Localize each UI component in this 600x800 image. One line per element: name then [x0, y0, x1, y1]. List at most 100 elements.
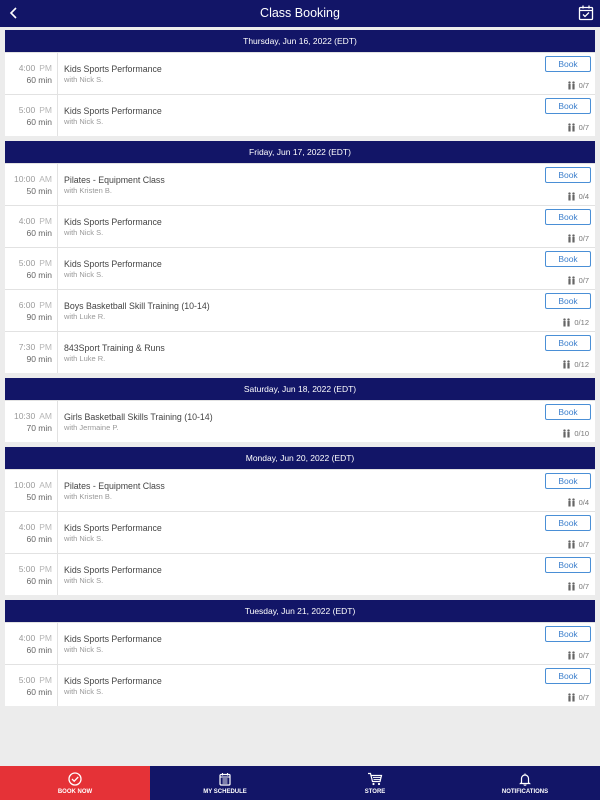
class-time: 5:00 PM 60 min	[5, 248, 58, 289]
class-duration: 60 min	[26, 686, 52, 697]
capacity-count: 0/4	[578, 192, 589, 201]
book-button[interactable]: Book	[545, 98, 591, 114]
am-pm: PM	[39, 257, 52, 268]
class-duration: 60 min	[26, 533, 52, 544]
instructor: with Nick S.	[64, 644, 104, 654]
instructor: with Nick S.	[64, 116, 104, 126]
nav-store[interactable]: STORE	[300, 766, 450, 800]
book-button[interactable]: Book	[545, 293, 591, 309]
capacity-count: 0/7	[578, 81, 589, 90]
check-circle-icon	[68, 771, 82, 789]
instructor: with Luke R.	[64, 353, 106, 363]
nav-label: STORE	[364, 788, 386, 795]
am-pm: PM	[39, 215, 52, 226]
am-pm: PM	[39, 104, 52, 115]
bottom-nav: BOOK NOW MY SCHEDULE STORE NOTIFICATIONS	[0, 766, 600, 800]
instructor: with Nick S.	[64, 533, 104, 543]
calendar-check-icon	[578, 5, 594, 21]
start-time: 4:00	[18, 215, 36, 226]
capacity: 0/10	[562, 429, 589, 438]
class-time: 10:30 AM 70 min	[5, 401, 58, 442]
am-pm: PM	[39, 299, 52, 310]
class-duration: 60 min	[26, 74, 52, 85]
book-button[interactable]: Book	[545, 56, 591, 72]
nav-label: NOTIFICATIONS	[501, 788, 549, 795]
class-name: Pilates - Equipment Class	[64, 480, 165, 491]
capacity: 0/7	[567, 693, 589, 702]
class-row: 10:00 AM 50 min Pilates - Equipment Class wi…	[5, 469, 595, 511]
capacity-count: 0/7	[578, 651, 589, 660]
start-time: 10:30	[13, 410, 36, 421]
nav-notifications[interactable]: NOTIFICATIONS	[450, 766, 600, 800]
class-time: 5:00 PM 60 min	[5, 95, 58, 136]
day-section: Monday, Jun 20, 2022 (EDT) 10:00 AM 50 min P…	[5, 447, 595, 595]
start-time: 4:00	[18, 62, 36, 73]
class-time: 4:00 PM 60 min	[5, 53, 58, 94]
capacity: 0/12	[562, 318, 589, 327]
class-name: 843Sport Training & Runs	[64, 342, 165, 353]
day-header: Tuesday, Jun 21, 2022 (EDT)	[5, 600, 595, 622]
people-icon	[567, 123, 575, 132]
class-row: 5:00 PM 60 min Kids Sports Performance with …	[5, 94, 595, 136]
instructor: with Nick S.	[64, 74, 104, 84]
class-row: 4:00 PM 60 min Kids Sports Performance with …	[5, 622, 595, 664]
class-duration: 90 min	[26, 353, 52, 364]
capacity-count: 0/7	[578, 276, 589, 285]
people-icon	[567, 81, 575, 90]
instructor: with Luke R.	[64, 311, 106, 321]
instructor: with Kristen B.	[64, 491, 112, 501]
book-button[interactable]: Book	[545, 515, 591, 531]
class-duration: 60 min	[26, 227, 52, 238]
capacity-count: 0/7	[578, 693, 589, 702]
nav-book-now[interactable]: BOOK NOW	[0, 766, 150, 800]
page-title: Class Booking	[260, 6, 340, 20]
am-pm: PM	[39, 632, 52, 643]
am-pm: PM	[39, 62, 52, 73]
class-list: Thursday, Jun 16, 2022 (EDT) 4:00 PM 60 min…	[5, 30, 595, 711]
class-name: Kids Sports Performance	[64, 63, 162, 74]
class-row: 4:00 PM 60 min Kids Sports Performance with …	[5, 52, 595, 94]
capacity: 0/12	[562, 360, 589, 369]
book-button[interactable]: Book	[545, 404, 591, 420]
am-pm: PM	[39, 563, 52, 574]
class-row: 6:00 PM 90 min Boys Basketball Skill Traini…	[5, 289, 595, 331]
people-icon	[567, 276, 575, 285]
calendar-button[interactable]	[577, 4, 595, 22]
schedule-icon	[218, 772, 232, 789]
day-header: Monday, Jun 20, 2022 (EDT)	[5, 447, 595, 469]
day-section: Friday, Jun 17, 2022 (EDT) 10:00 AM 50 min P…	[5, 141, 595, 373]
class-time: 4:00 PM 60 min	[5, 623, 58, 664]
class-name: Kids Sports Performance	[64, 105, 162, 116]
class-name: Kids Sports Performance	[64, 633, 162, 644]
book-button[interactable]: Book	[545, 251, 591, 267]
book-button[interactable]: Book	[545, 668, 591, 684]
book-button[interactable]: Book	[545, 557, 591, 573]
capacity: 0/4	[567, 192, 589, 201]
nav-label: MY SCHEDULE	[203, 788, 247, 795]
class-row: 10:00 AM 50 min Pilates - Equipment Class wi…	[5, 163, 595, 205]
people-icon	[563, 360, 571, 369]
book-button[interactable]: Book	[545, 473, 591, 489]
class-row: 4:00 PM 60 min Kids Sports Performance with …	[5, 511, 595, 553]
capacity-count: 0/7	[578, 582, 589, 591]
capacity-count: 0/12	[574, 360, 589, 369]
start-time: 5:00	[18, 563, 36, 574]
class-row: 5:00 PM 60 min Kids Sports Performance with …	[5, 664, 595, 706]
class-name: Kids Sports Performance	[64, 564, 162, 575]
book-button[interactable]: Book	[545, 209, 591, 225]
am-pm: PM	[39, 674, 52, 685]
nav-my-schedule[interactable]: MY SCHEDULE	[150, 766, 300, 800]
book-button[interactable]: Book	[545, 335, 591, 351]
class-time: 10:00 AM 50 min	[5, 470, 58, 511]
am-pm: PM	[39, 521, 52, 532]
day-header: Friday, Jun 17, 2022 (EDT)	[5, 141, 595, 163]
capacity-count: 0/12	[574, 318, 589, 327]
class-time: 7:30 PM 90 min	[5, 332, 58, 373]
book-button[interactable]: Book	[545, 626, 591, 642]
day-header: Thursday, Jun 16, 2022 (EDT)	[5, 30, 595, 52]
capacity-count: 0/10	[574, 429, 589, 438]
book-button[interactable]: Book	[545, 167, 591, 183]
cart-icon	[367, 772, 383, 789]
am-pm: AM	[39, 410, 52, 421]
people-icon	[567, 192, 575, 201]
